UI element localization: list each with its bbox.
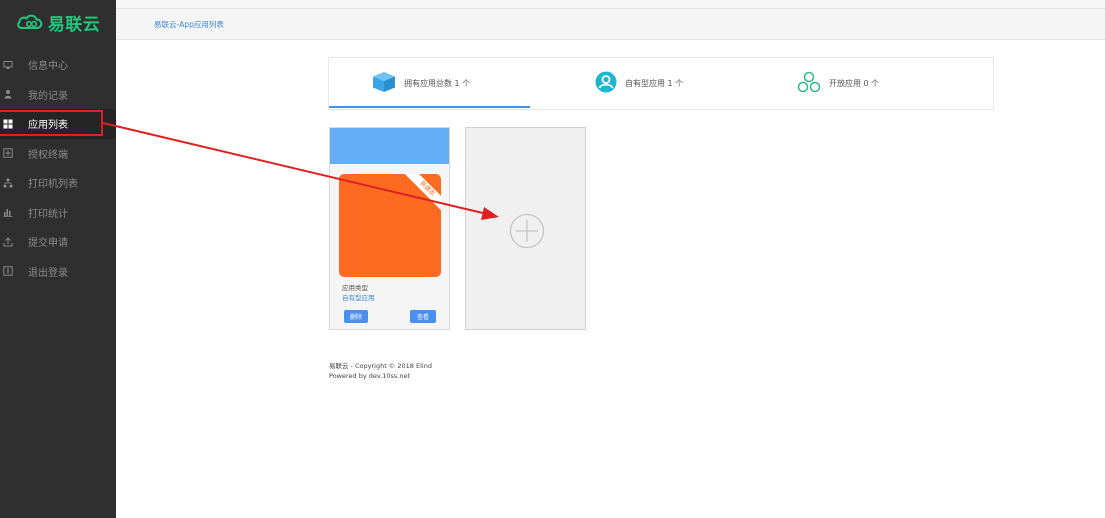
footer-copyright: 易联云 - Copyright © 2018 Elind [329, 362, 432, 370]
cube-icon [372, 71, 396, 97]
app-type-value: 自有型应用 [342, 294, 375, 302]
sidebar-item-logout[interactable]: 退出登录 [0, 257, 116, 287]
sidebar-item-submit-application[interactable]: 提交申请 [0, 227, 116, 257]
annotation-highlight-box [0, 110, 103, 136]
sidebar-item-info-center[interactable]: 信息中心 [0, 50, 116, 80]
cloud-logo-icon [16, 14, 43, 29]
page-footer: 易联云 - Copyright © 2018 Elind Powered by … [329, 361, 432, 381]
sidebar-item-my-records[interactable]: 我的记录 [0, 80, 116, 110]
view-button[interactable]: 查看 [410, 310, 436, 323]
upload-icon [3, 237, 13, 247]
sidebar: 易联云 信息中心 我的记录 应用列表 授权终端 打印机列表 打印统计 提交申请 … [0, 0, 116, 518]
stat-open-apps[interactable]: 开放应用 0 个 [797, 58, 879, 109]
sidebar-item-print-stats[interactable]: 打印统计 [0, 198, 116, 228]
top-header-strip [116, 0, 1105, 9]
brand-name: 易联云 [47, 14, 101, 35]
sidebar-item-label: 打印统计 [28, 208, 68, 220]
sidebar-item-printer-list[interactable]: 打印机列表 [0, 168, 116, 198]
sidebar-item-label: 提交申请 [28, 238, 68, 250]
sidebar-item-label: 信息中心 [28, 61, 68, 73]
stats-panel: 拥有应用总数 1 个 自有型应用 1 个 开放应用 0 个 [328, 57, 994, 110]
active-stat-underline [329, 106, 530, 108]
plus-square-icon [3, 148, 13, 158]
share-nodes-icon [797, 71, 821, 97]
sitemap-icon [3, 178, 13, 188]
breadcrumb-bar: 易联云-App应用列表 [116, 9, 1105, 40]
add-circle-icon [509, 213, 545, 249]
person-circle-icon [595, 71, 617, 97]
sidebar-item-authorized-terminals[interactable]: 授权终端 [0, 139, 116, 169]
app-icon: 新建态 [339, 174, 441, 277]
status-ribbon: 新建态 [402, 174, 441, 214]
stat-own-apps[interactable]: 自有型应用 1 个 [595, 58, 683, 109]
sidebar-item-label: 授权终端 [28, 149, 68, 161]
app-card-header [330, 128, 449, 164]
app-type-label: 应用类型 [342, 284, 368, 292]
stat-label: 开放应用 0 个 [829, 79, 880, 88]
logout-icon [3, 266, 13, 276]
stat-label: 自有型应用 1 个 [625, 79, 684, 88]
add-app-card[interactable] [465, 127, 586, 330]
brand-logo[interactable]: 易联云 [0, 0, 116, 44]
stat-total-apps[interactable]: 拥有应用总数 1 个 [372, 58, 470, 109]
sidebar-item-label: 打印机列表 [28, 179, 78, 191]
monitor-icon [3, 60, 13, 70]
sidebar-item-label: 我的记录 [28, 90, 68, 102]
footer-powered-by: Powered by dev.10ss.net [329, 372, 411, 380]
sidebar-nav: 信息中心 我的记录 应用列表 授权终端 打印机列表 打印统计 提交申请 退出登录 [0, 50, 116, 286]
delete-button[interactable]: 删除 [344, 310, 368, 323]
breadcrumb[interactable]: 易联云-App应用列表 [154, 19, 224, 30]
stat-label: 拥有应用总数 1 个 [404, 79, 471, 88]
bar-chart-icon [3, 207, 13, 218]
app-card[interactable]: 新建态 应用类型 自有型应用 删除 查看 [329, 127, 450, 330]
user-icon [3, 89, 13, 99]
sidebar-item-label: 退出登录 [28, 267, 68, 279]
